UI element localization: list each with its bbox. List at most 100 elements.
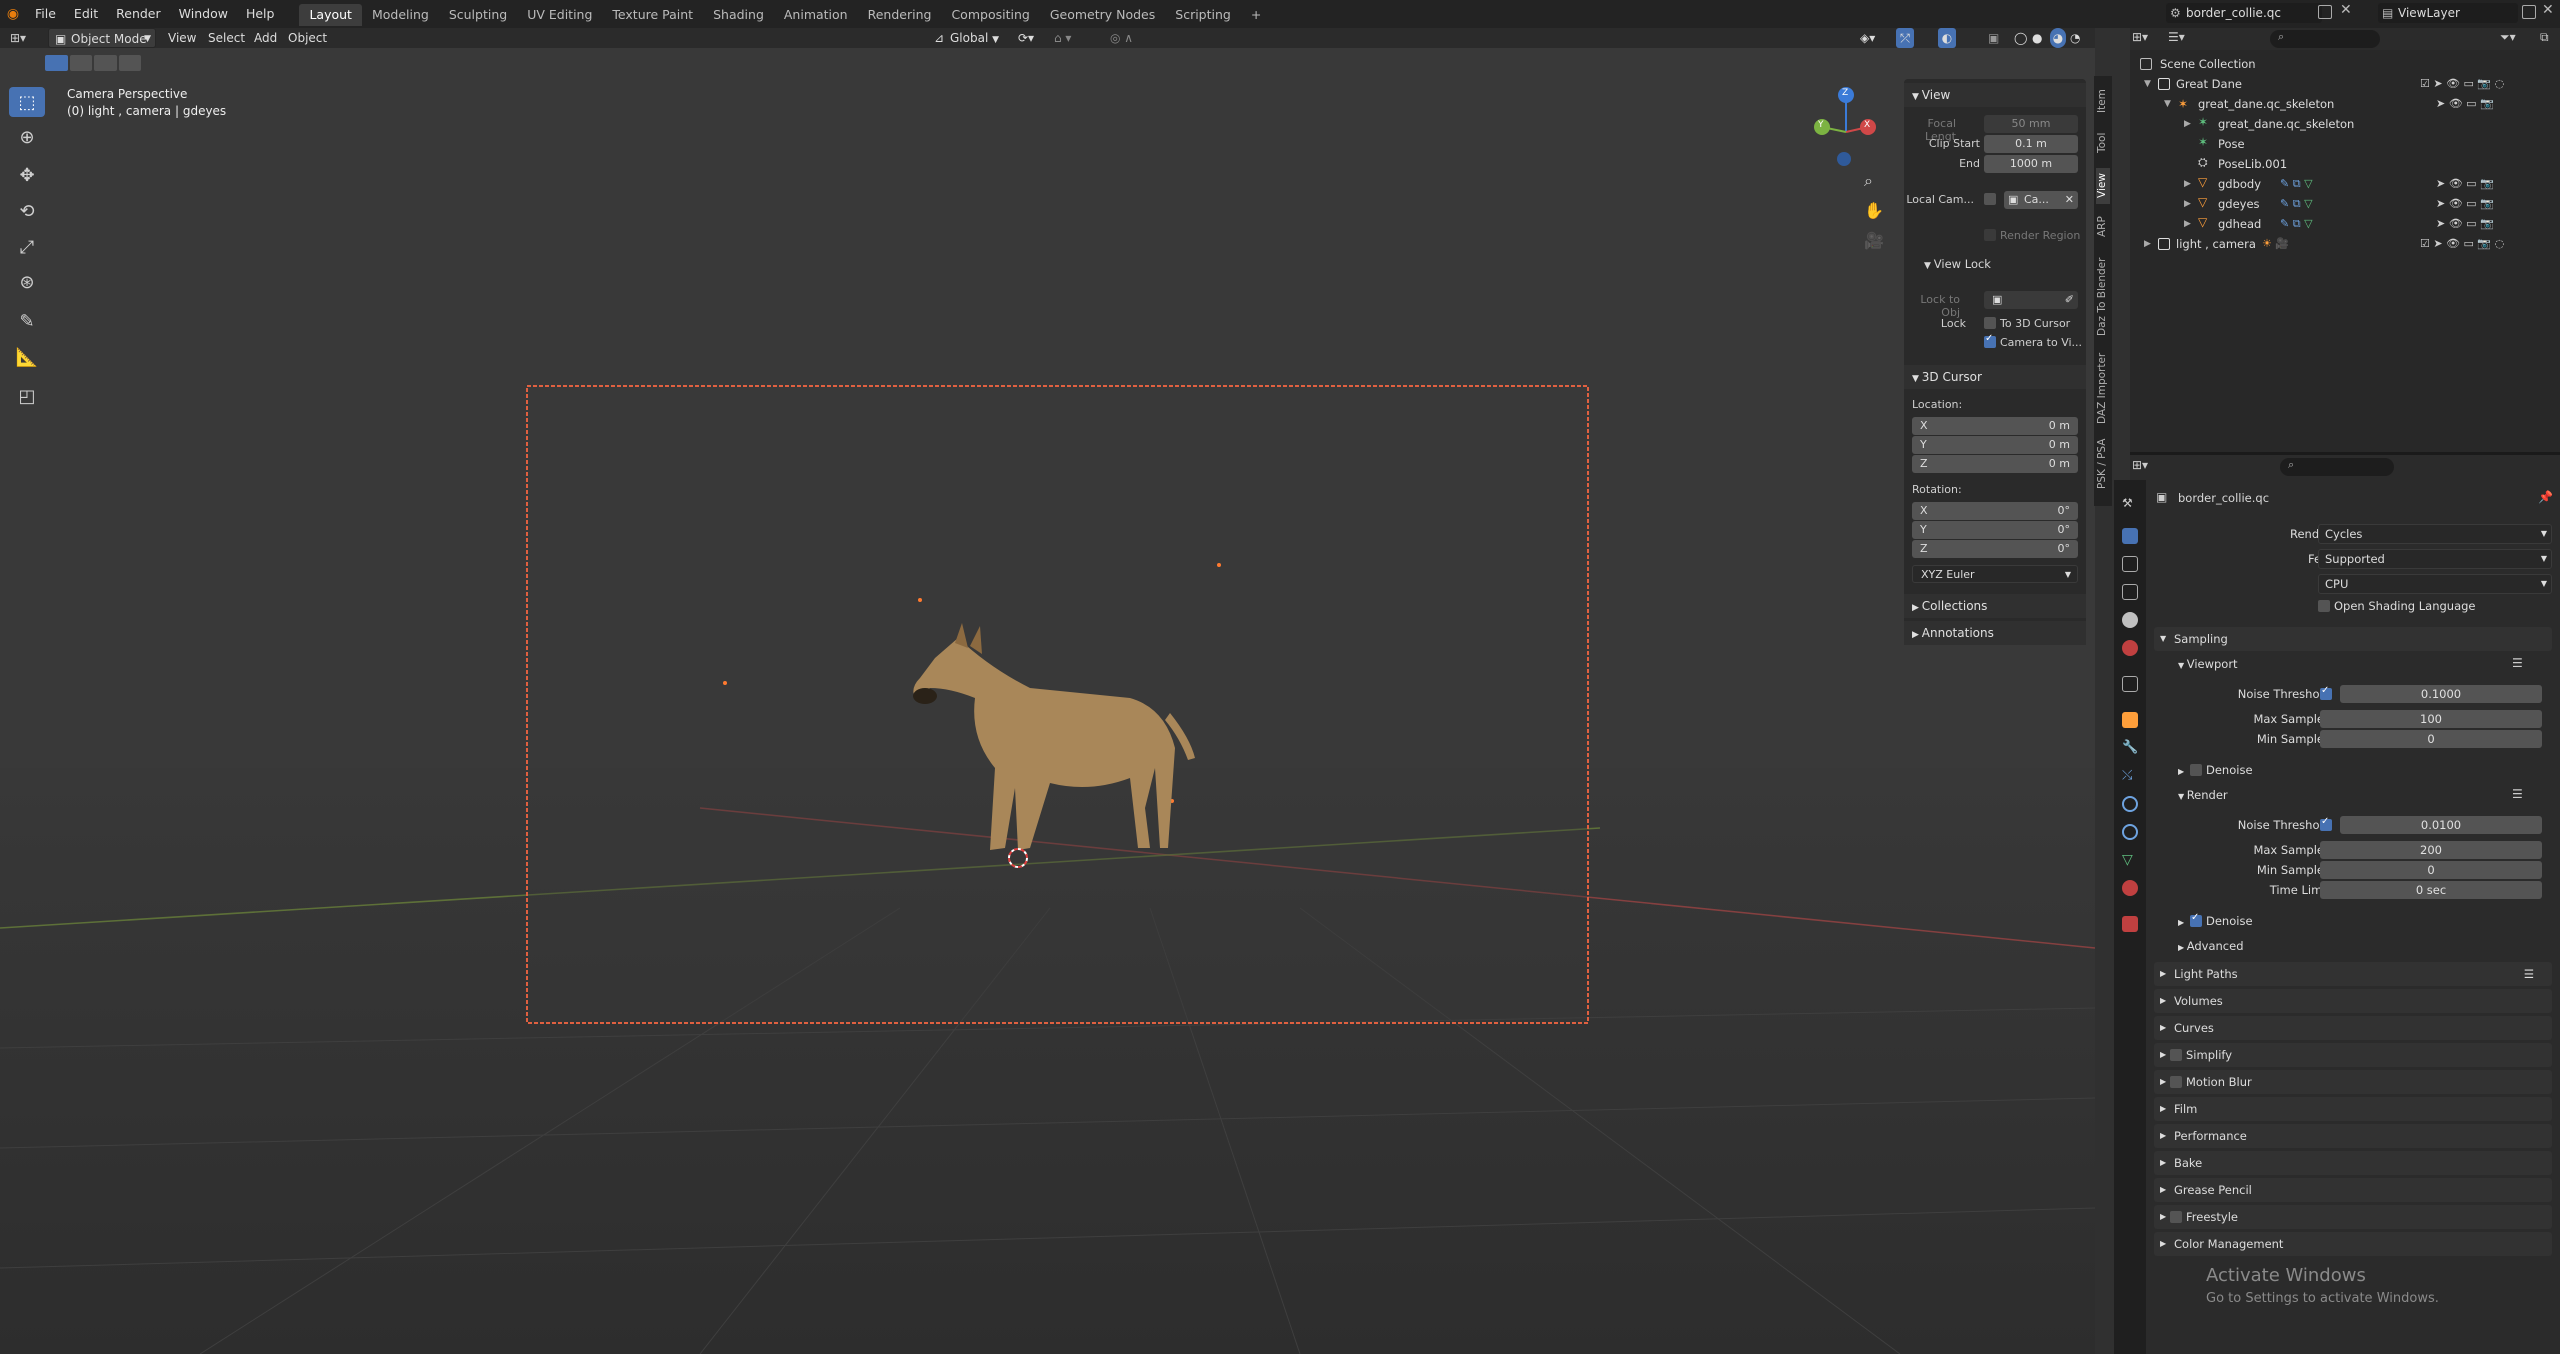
cursor-rotation-x-field[interactable]: X 0° — [1912, 502, 2078, 520]
cursor-tool-icon[interactable]: ⊕ — [9, 122, 45, 152]
outliner-row-light-camera[interactable]: ▶ light , camera ☀ 🎥 ☑ ➤ 👁 ▭ 📷 ◌ — [2130, 234, 2560, 254]
camera-view-icon[interactable]: 🎥 — [1864, 231, 1884, 250]
tab-scripting[interactable]: Scripting — [1165, 4, 1241, 26]
vp-min-samples-field[interactable]: 0 — [2320, 730, 2542, 748]
time-limit-field[interactable]: 0 sec — [2320, 881, 2542, 899]
menu-view[interactable]: View — [168, 28, 196, 48]
simplify-panel-header[interactable]: ▶ Simplify — [2154, 1043, 2552, 1067]
vp-denoise-subpanel-header[interactable]: ▶ — [2178, 759, 2184, 783]
object-properties-icon[interactable] — [2122, 712, 2138, 728]
select-subtract-icon[interactable] — [94, 55, 117, 71]
eyedropper-icon[interactable]: ✐ — [2065, 291, 2074, 309]
light-paths-panel-header[interactable]: ▶ Light Paths ☰ — [2154, 962, 2552, 986]
tab-view[interactable]: View — [2096, 168, 2110, 204]
row-visibility-icons[interactable]: ☑ ➤ 👁 ▭ 📷 ◌ — [2420, 74, 2504, 94]
data-properties-icon[interactable]: ▽ — [2122, 852, 2138, 868]
rotation-mode-dropdown[interactable]: XYZ Euler ▼ — [1912, 565, 2078, 583]
r-denoise-subpanel-header[interactable]: ▶ — [2178, 910, 2184, 934]
lock-to-cursor-checkbox[interactable] — [1984, 317, 1996, 329]
select-mode-buttons[interactable] — [45, 55, 141, 71]
view-layer-selector[interactable]: ▤ ViewLayer — [2378, 3, 2518, 23]
volumes-panel-header[interactable]: ▶ Volumes — [2154, 989, 2552, 1013]
vp-noise-threshold-field[interactable]: 0.1000 — [2340, 685, 2542, 703]
pivot-point-icon[interactable]: ⟳▾ — [1018, 28, 1034, 48]
row-visibility-icons[interactable]: ➤ 👁 ▭ 📷 — [2436, 194, 2494, 214]
freestyle-checkbox[interactable] — [2170, 1211, 2182, 1223]
select-box-tool-icon[interactable]: ⬚ — [9, 87, 45, 117]
gizmo-y-label[interactable]: Y — [1818, 120, 1824, 130]
scale-tool-icon[interactable]: ⤢ — [9, 232, 45, 262]
tab-daz-importer[interactable]: DAZ Importer — [2096, 350, 2110, 426]
outliner-row-poselib[interactable]: ⛭ PoseLib.001 — [2130, 154, 2560, 174]
vp-noise-threshold-checkbox[interactable] — [2320, 685, 2332, 700]
curves-panel-header[interactable]: ▶ Curves — [2154, 1016, 2552, 1040]
texture-properties-icon[interactable] — [2122, 916, 2138, 932]
select-intersect-icon[interactable] — [118, 55, 141, 71]
tab-animation[interactable]: Animation — [774, 4, 858, 26]
material-properties-icon[interactable] — [2122, 880, 2138, 896]
properties-editor-type-icon[interactable]: ⊞▾ — [2132, 458, 2148, 472]
grease-pencil-panel-header[interactable]: ▶ Grease Pencil — [2154, 1178, 2552, 1202]
physics-properties-icon[interactable] — [2122, 796, 2138, 812]
menu-object[interactable]: Object — [288, 28, 327, 48]
tab-compositing[interactable]: Compositing — [941, 4, 1039, 26]
delete-scene-icon[interactable]: ✕ — [2340, 2, 2352, 18]
tab-modeling[interactable]: Modeling — [362, 4, 439, 26]
cursor-location-z-field[interactable]: Z 0 m — [1912, 455, 2078, 473]
blender-logo-icon[interactable]: ◉ — [0, 6, 26, 22]
menu-file[interactable]: File — [26, 0, 65, 28]
rendered-shading-icon[interactable]: ◔ — [2070, 28, 2080, 48]
viewport-presets-icon[interactable]: ☰ — [2512, 656, 2523, 670]
3d-cursor-panel-header[interactable]: ▼ 3D Cursor — [1904, 365, 2086, 389]
tab-daz-to-blender[interactable]: Daz To Blender — [2096, 254, 2110, 340]
tab-tool[interactable]: Tool — [2096, 128, 2110, 158]
zoom-icon[interactable]: ⌕ — [1864, 171, 1873, 191]
outliner-row-great-dane[interactable]: ▼ Great Dane ☑ ➤ 👁 ▭ 📷 ◌ — [2130, 74, 2560, 94]
mode-dropdown[interactable]: ▣ Object Mode ▼ — [48, 28, 156, 48]
r-min-samples-field[interactable]: 0 — [2320, 861, 2542, 879]
collections-panel-header[interactable]: ▶ Collections — [1904, 594, 2086, 618]
tab-rendering[interactable]: Rendering — [858, 4, 942, 26]
add-cube-tool-icon[interactable]: ◰ — [9, 381, 45, 411]
r-max-samples-field[interactable]: 200 — [2320, 841, 2542, 859]
material-shading-icon[interactable]: ◕ — [2050, 28, 2066, 48]
vp-denoise-checkbox[interactable] — [2190, 764, 2202, 776]
gizmo-z-label[interactable]: Z — [1842, 88, 1848, 98]
outliner-display-mode-icon[interactable]: ☰▾ — [2168, 30, 2185, 44]
render-properties-icon[interactable] — [2122, 528, 2138, 544]
cursor-rotation-z-field[interactable]: Z 0° — [1912, 540, 2078, 558]
menu-help[interactable]: Help — [237, 0, 284, 28]
view-panel-header[interactable]: ▼ View — [1904, 83, 2086, 107]
transform-orientation-dropdown[interactable]: ⊿ Global ▼ — [934, 28, 999, 48]
gizmo-x-label[interactable]: X — [1864, 120, 1870, 130]
device-dropdown[interactable]: CPU ▼ — [2318, 574, 2552, 594]
menu-window[interactable]: Window — [170, 0, 237, 28]
pan-hand-icon[interactable]: ✋ — [1864, 201, 1884, 220]
bake-panel-header[interactable]: ▶ Bake — [2154, 1151, 2552, 1175]
transform-tool-icon[interactable]: ⊛ — [9, 267, 45, 297]
outliner-row-gdhead[interactable]: ▶ ▽ gdhead ✎ ⧉ ▽ ➤ 👁 ▭ 📷 — [2130, 214, 2560, 234]
constraint-properties-icon[interactable] — [2122, 824, 2138, 840]
add-workspace-button[interactable]: + — [1241, 4, 1271, 26]
row-visibility-icons[interactable]: ☑ ➤ 👁 ▭ 📷 ◌ — [2420, 234, 2504, 254]
new-collection-icon[interactable]: ⧉ — [2540, 30, 2549, 45]
outliner-filter-icon[interactable]: ⏷▾ — [2500, 30, 2516, 45]
feature-set-dropdown[interactable]: Supported ▼ — [2318, 549, 2552, 569]
simplify-checkbox[interactable] — [2170, 1049, 2182, 1061]
xray-toggle-icon[interactable]: ▣ — [1988, 28, 1999, 48]
render-presets-icon[interactable]: ☰ — [2512, 787, 2523, 801]
outliner-row-pose[interactable]: ✶ Pose — [2130, 134, 2560, 154]
annotations-panel-header[interactable]: ▶ Annotations — [1904, 621, 2086, 645]
menu-select[interactable]: Select — [208, 28, 245, 48]
sampling-panel-header[interactable]: ▼ Sampling — [2154, 627, 2552, 651]
delete-view-layer-icon[interactable]: ✕ — [2542, 2, 2554, 18]
world-properties-icon[interactable] — [2122, 640, 2138, 656]
particle-properties-icon[interactable]: ⤯ — [2122, 768, 2138, 784]
row-visibility-icons[interactable]: ➤ 👁 ▭ 📷 — [2436, 174, 2494, 194]
view-lock-header[interactable]: ▼ View Lock — [1924, 257, 1991, 271]
tab-texture-paint[interactable]: Texture Paint — [602, 4, 703, 26]
outliner-editor-type-icon[interactable]: ⊞▾ — [2132, 30, 2148, 44]
visibility-selector-icon[interactable]: ◈▾ — [1860, 28, 1875, 48]
scene-selector[interactable]: ⚙ border_collie.qc — [2166, 3, 2322, 23]
tab-layout[interactable]: Layout — [299, 4, 362, 26]
